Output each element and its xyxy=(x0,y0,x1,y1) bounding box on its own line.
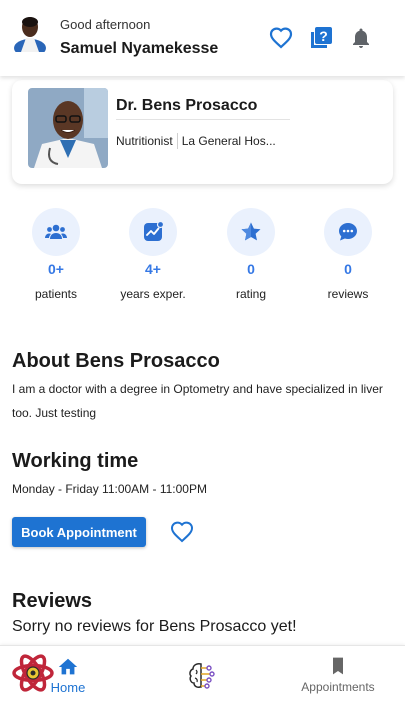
stat-icon-circle xyxy=(227,208,275,256)
heart-outline-icon[interactable] xyxy=(269,26,293,50)
user-avatar[interactable] xyxy=(12,12,48,57)
greeting-text: Good afternoon xyxy=(60,17,151,32)
doctor-meta: Nutritionist La General Hos... xyxy=(116,133,276,149)
stat-label: reviews xyxy=(327,287,369,301)
doctor-specialty: Nutritionist xyxy=(116,134,173,148)
nav-home-label: Home xyxy=(50,680,86,695)
about-text: I am a doctor with a degree in Optometry… xyxy=(12,382,383,420)
book-appointment-button[interactable]: Book Appointment xyxy=(12,517,146,547)
doctor-hospital: La General Hos... xyxy=(181,134,276,148)
star-icon xyxy=(241,222,261,241)
chat-icon xyxy=(339,223,357,241)
stat-icon-circle xyxy=(324,208,372,256)
stat-label: years exper. xyxy=(120,287,186,301)
nav-home[interactable]: Home xyxy=(40,656,96,695)
bottom-nav: Home Appointments xyxy=(0,645,405,703)
stat-reviews: 0 reviews xyxy=(303,208,393,301)
svg-text:?: ? xyxy=(319,28,328,44)
brain-circuit-icon[interactable] xyxy=(186,660,218,692)
stat-value: 4+ xyxy=(145,261,161,277)
working-time-title: Working time xyxy=(12,450,139,472)
about-title: About Bens Prosacco xyxy=(12,350,220,372)
user-name: Samuel Nyamekesse xyxy=(60,40,219,57)
bookmark-icon xyxy=(333,657,343,675)
stat-patients: 0+ patients xyxy=(11,208,101,301)
group-icon xyxy=(45,224,67,239)
help-box-icon[interactable]: ? xyxy=(309,26,333,50)
doctor-card: Dr. Bens Prosacco Nutritionist La Genera… xyxy=(12,80,393,184)
bell-icon[interactable] xyxy=(349,26,373,50)
working-hours: Monday - Friday 11:00AM - 11:00PM xyxy=(12,482,207,496)
stat-label: patients xyxy=(34,287,78,301)
doctor-photo xyxy=(28,88,108,168)
meta-divider xyxy=(176,133,178,149)
nav-appointments-label: Appointments xyxy=(301,680,375,694)
stat-years: 4+ years exper. xyxy=(108,208,198,301)
trending-icon xyxy=(144,220,165,241)
nav-appointments[interactable]: Appointments xyxy=(288,656,388,694)
stat-label: rating xyxy=(235,287,267,301)
app-header: Good afternoon Samuel Nyamekesse ? xyxy=(0,0,405,76)
stat-rating: 0 rating xyxy=(206,208,296,301)
home-icon xyxy=(58,658,78,675)
favorite-heart-icon[interactable] xyxy=(170,520,194,544)
reviews-title: Reviews xyxy=(12,590,93,612)
doctor-name: Dr. Bens Prosacco xyxy=(116,97,290,120)
reviews-empty-text: Sorry no reviews for Bens Prosacco yet! xyxy=(12,618,297,635)
stat-icon-circle xyxy=(129,208,177,256)
stat-value: 0 xyxy=(247,261,255,277)
stat-icon-circle xyxy=(32,208,80,256)
stat-value: 0 xyxy=(344,261,352,277)
stat-value: 0+ xyxy=(48,261,64,277)
